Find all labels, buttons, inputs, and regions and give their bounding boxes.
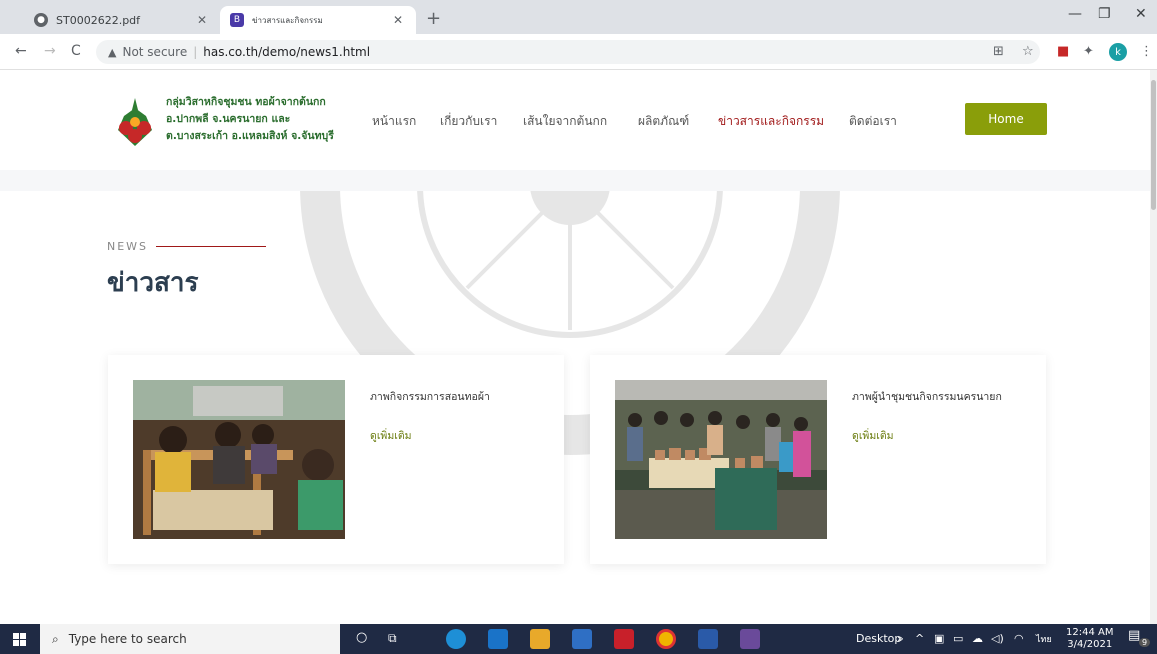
volume-icon[interactable]: ◁) — [991, 632, 1004, 645]
onedrive-icon[interactable]: ☁ — [972, 632, 983, 645]
nav-home[interactable]: หน้าแรก — [372, 112, 416, 131]
tab-title: ข่าวสารและกิจกรรม — [252, 15, 323, 25]
warning-icon[interactable]: ▲ — [108, 46, 116, 59]
word-icon[interactable] — [698, 629, 718, 649]
meet-now-icon[interactable]: ▣ — [934, 632, 944, 645]
profile-avatar[interactable]: k — [1109, 43, 1127, 61]
kicker-rule — [156, 246, 267, 247]
extensions-icon[interactable]: ✦ — [1083, 44, 1094, 59]
pdf-extension-icon[interactable]: ■ — [1057, 44, 1069, 59]
news-card: ภาพกิจกรรมการสอนทอผ้า ดูเพิ่มเติม — [108, 355, 564, 564]
brand-line-2: อ.ปากพลี จ.นครนายก และ — [166, 113, 291, 125]
security-label[interactable]: Not secure — [122, 45, 187, 59]
menu-kebab-icon[interactable]: ⋮ — [1140, 44, 1153, 59]
forward-icon[interactable]: → — [44, 43, 56, 59]
browser-toolbar: ← → C ▲ Not secure | has.co.th/demo/news… — [0, 34, 1157, 70]
news-card: ภาพผู้นำชุมชนกิจกรรมนครนายก ดูเพิ่มเติม — [590, 355, 1046, 564]
home-button[interactable]: Home — [965, 103, 1047, 135]
brand-line-1: กลุ่มวิสาหกิจชุมชน ทอผ้าจากต้นกก — [166, 96, 326, 108]
tab-strip: ● ST0002622.pdf ✕ B ข่าวสารและกิจกรรม ✕ … — [0, 0, 1157, 34]
section-title: ข่าวสาร — [107, 268, 199, 298]
divider: | — [193, 45, 198, 59]
globe-icon: ● — [34, 13, 48, 27]
close-tab-icon[interactable]: ✕ — [194, 13, 210, 27]
nav-products[interactable]: ผลิตภัณฑ์ — [638, 112, 689, 131]
address-bar[interactable]: ▲ Not secure | has.co.th/demo/news1.html — [96, 40, 1040, 64]
cortana-icon[interactable]: ○ — [356, 630, 367, 645]
chrome-icon[interactable] — [656, 629, 676, 649]
mail-icon[interactable] — [488, 629, 508, 649]
community-logo-icon[interactable] — [112, 96, 158, 148]
read-more-link[interactable]: ดูเพิ่มเติม — [852, 427, 894, 444]
site-favicon-icon: B — [230, 13, 244, 27]
wifi-icon[interactable]: ◠ — [1014, 632, 1024, 645]
site-header: กลุ่มวิสาหกิจชุมชน ทอผ้าจากต้นกก อ.ปากพล… — [0, 70, 1150, 170]
tab-pdf[interactable]: ● ST0002622.pdf ✕ — [24, 6, 220, 34]
notification-count-badge: 9 — [1139, 638, 1151, 647]
weaving-class-photo[interactable] — [133, 380, 345, 539]
brand-text[interactable]: กลุ่มวิสาหกิจชุมชน ทอผ้าจากต้นกก อ.ปากพล… — [166, 94, 334, 145]
system-clock[interactable]: 12:44 AM 3/4/2021 — [1066, 627, 1113, 651]
minimize-icon[interactable]: — — [1068, 6, 1082, 22]
office-icon[interactable] — [614, 629, 634, 649]
read-more-link[interactable]: ดูเพิ่มเติม — [370, 427, 412, 444]
new-tab-button[interactable]: + — [426, 8, 441, 29]
translate-icon[interactable]: ⊞ — [993, 44, 1004, 59]
nav-contact[interactable]: ติดต่อเรา — [849, 112, 897, 131]
page-viewport: กลุ่มวิสาหกิจชุมชน ทอผ้าจากต้นกก อ.ปากพล… — [0, 70, 1150, 624]
search-icon: ⌕ — [52, 631, 59, 646]
restore-icon[interactable]: ❐ — [1098, 6, 1111, 22]
page-scrollbar[interactable] — [1150, 70, 1157, 624]
community-leaders-photo[interactable] — [615, 380, 827, 539]
url-text[interactable]: has.co.th/demo/news1.html — [203, 45, 370, 59]
input-language[interactable]: ไทย — [1036, 632, 1052, 646]
nav-news[interactable]: ข่าวสารและกิจกรรม — [718, 112, 824, 131]
flag-app-icon[interactable] — [740, 629, 760, 649]
clock-time: 12:44 AM — [1066, 627, 1114, 638]
nav-about[interactable]: เกี่ยวกับเรา — [440, 112, 497, 131]
header-band — [0, 170, 1150, 191]
tab-title: ST0002622.pdf — [56, 13, 141, 27]
battery-icon[interactable]: ▭ — [953, 632, 963, 645]
close-window-icon[interactable]: ✕ — [1135, 6, 1147, 22]
scroll-thumb[interactable] — [1151, 80, 1156, 210]
tab-news[interactable]: B ข่าวสารและกิจกรรม ✕ — [220, 6, 416, 34]
desktop-toolbar[interactable]: Desktop — [856, 632, 901, 645]
toolbar-expand-icon[interactable]: » — [897, 632, 904, 645]
brand-line-3: ต.บางสระเก้า อ.แหลมสิงห์ จ.จันทบุรี — [166, 130, 334, 142]
back-icon[interactable]: ← — [15, 43, 27, 59]
nav-fiber[interactable]: เส้นใยจากต้นกก — [523, 112, 607, 131]
clock-date: 3/4/2021 — [1067, 639, 1113, 650]
store-icon[interactable] — [572, 629, 592, 649]
section-kicker: NEWS — [107, 240, 267, 253]
kicker-text: NEWS — [107, 240, 149, 253]
card-title[interactable]: ภาพผู้นำชุมชนกิจกรรมนครนายก — [852, 388, 1002, 405]
tray-chevron-icon[interactable]: ^ — [915, 632, 924, 645]
taskbar-search[interactable]: ⌕ Type here to search — [40, 624, 340, 654]
windows-taskbar: ⌕ Type here to search ○ ⧉ Desktop » ^ ▣ … — [0, 624, 1157, 654]
task-view-icon[interactable]: ⧉ — [388, 631, 397, 646]
file-explorer-icon[interactable] — [530, 629, 550, 649]
reload-icon[interactable]: C — [71, 43, 81, 59]
search-placeholder: Type here to search — [68, 632, 187, 646]
edge-icon[interactable] — [446, 629, 466, 649]
bookmark-star-icon[interactable]: ☆ — [1022, 44, 1034, 59]
close-tab-icon[interactable]: ✕ — [390, 13, 406, 27]
windows-start-icon[interactable] — [13, 633, 26, 646]
card-title[interactable]: ภาพกิจกรรมการสอนทอผ้า — [370, 388, 490, 405]
